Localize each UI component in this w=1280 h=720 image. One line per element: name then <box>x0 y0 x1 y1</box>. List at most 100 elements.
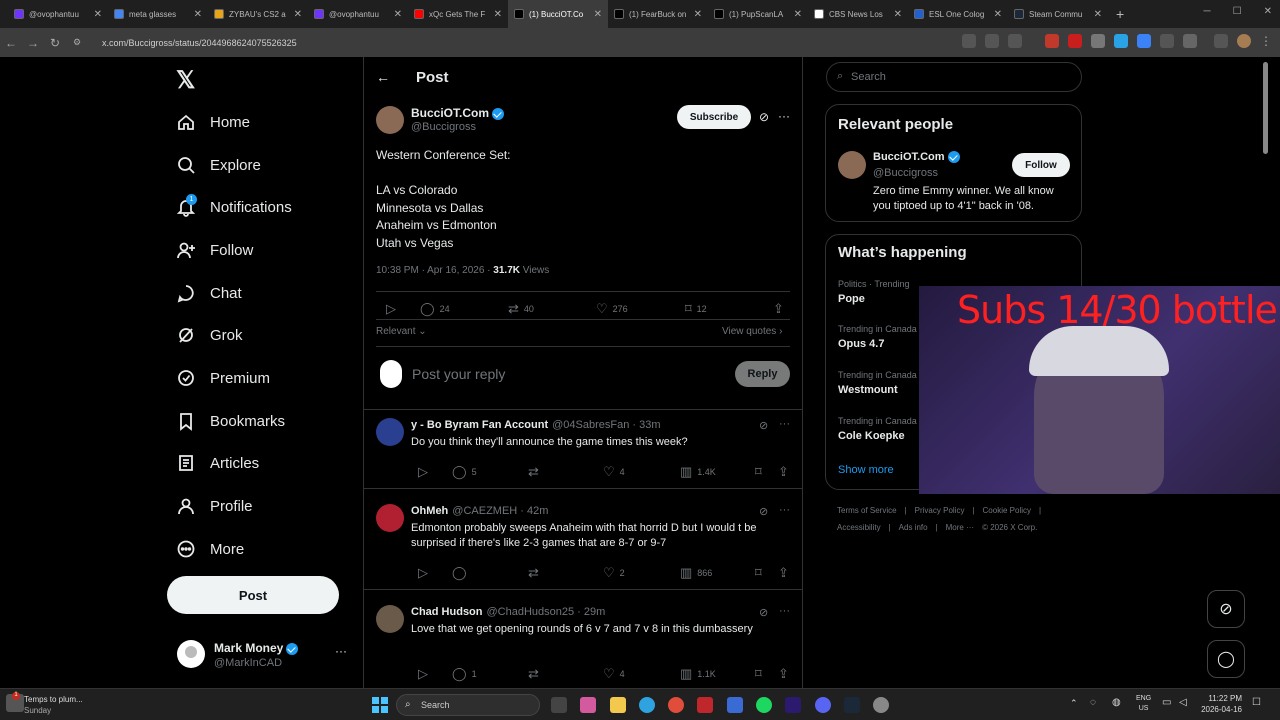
browser-tab[interactable]: ZYBAU's CS2 a ✕ <box>208 0 308 28</box>
nav-item-chat[interactable]: Chat <box>176 283 242 303</box>
extension-icon[interactable] <box>1068 34 1082 48</box>
copilot-icon[interactable] <box>580 697 596 713</box>
browser-tab[interactable]: xQc Gets The F ✕ <box>408 0 508 28</box>
share-icon[interactable]: ⇪ <box>778 565 789 581</box>
bookmark-icon[interactable]: ⌑ <box>755 464 762 480</box>
bookmark-icon[interactable]: ⌑ <box>755 565 762 581</box>
grok-icon[interactable]: ⊘ <box>759 505 768 518</box>
tab-close-icon[interactable]: ✕ <box>594 9 602 20</box>
taskbar-search[interactable]: ⌕ Search <box>396 694 540 716</box>
extension-icon[interactable] <box>1045 34 1059 48</box>
tray-icon[interactable]: ◍ <box>1112 697 1121 708</box>
more-icon[interactable]: ··· <box>335 644 347 658</box>
view-quotes-link[interactable]: View quotes › <box>722 326 782 337</box>
more-icon[interactable]: ··· <box>778 109 790 123</box>
install-icon[interactable] <box>962 34 976 48</box>
reply-author-name[interactable]: OhMeh <box>411 505 448 517</box>
forward-nav-icon[interactable]: → <box>22 36 44 50</box>
bookmark-action[interactable]: ⌑ 12 <box>685 301 707 317</box>
extension-icon[interactable] <box>1137 34 1151 48</box>
reply-avatar[interactable] <box>376 418 404 446</box>
extension-icon[interactable] <box>1160 34 1174 48</box>
play-button[interactable]: ▷ <box>418 565 428 581</box>
footer-link[interactable]: Accessibility <box>837 523 881 532</box>
nav-item-home[interactable]: Home <box>176 112 250 132</box>
back-nav-icon[interactable]: ← <box>0 36 22 50</box>
grok-icon[interactable]: ⊘ <box>759 110 769 124</box>
views-action[interactable]: ▥ 1.1K <box>680 666 716 682</box>
reply-handle[interactable]: @ChadHudson25 · 29m <box>487 606 606 618</box>
grok-icon[interactable]: ⊘ <box>759 606 768 619</box>
nav-item-follow[interactable]: Follow <box>176 240 253 260</box>
clock[interactable]: 11:22 PM 2026-04-16 <box>1198 693 1242 715</box>
share-icon[interactable]: ⇪ <box>778 464 789 480</box>
nav-item-profile[interactable]: Profile <box>176 496 253 516</box>
reply-action[interactable]: ◯ 1 <box>452 666 477 682</box>
post-timestamp[interactable]: 10:38 PM · Apr 16, 2026 · <box>376 265 491 276</box>
edge-icon[interactable] <box>639 697 655 713</box>
reply-handle[interactable]: @04SabresFan · 33m <box>552 419 660 431</box>
nav-item-more[interactable]: More <box>176 539 244 559</box>
app-icon[interactable] <box>727 697 743 713</box>
nav-item-bookmarks[interactable]: Bookmarks <box>176 411 285 431</box>
reply-action[interactable]: ◯ 24 <box>420 301 450 317</box>
task-view-icon[interactable] <box>551 697 567 713</box>
browser-tab[interactable]: (1) FearBuck on ✕ <box>608 0 708 28</box>
sort-dropdown[interactable]: Relevant ⌄ <box>376 326 427 337</box>
file-explorer-icon[interactable] <box>610 697 626 713</box>
steam-icon[interactable] <box>844 697 860 713</box>
close-window-icon[interactable]: ✕ <box>1264 6 1272 17</box>
premiere-icon[interactable] <box>785 697 801 713</box>
share-icon[interactable]: ⇪ <box>773 301 784 317</box>
footer-link[interactable]: More ··· <box>946 523 974 532</box>
bookmark-icon[interactable]: ⌑ <box>755 666 762 682</box>
reply-action[interactable]: ◯ 5 <box>452 464 477 480</box>
repost-action[interactable]: ⇄ <box>528 565 544 581</box>
reply-action[interactable]: ◯ <box>452 565 472 581</box>
account-switcher[interactable]: Mark Money @MarkInCAD ··· <box>177 640 347 674</box>
star-icon[interactable] <box>1008 34 1022 48</box>
more-icon[interactable]: ··· <box>779 504 790 516</box>
nav-item-grok[interactable]: Grok <box>176 325 243 345</box>
post-button[interactable]: Post <box>167 576 339 614</box>
footer-link[interactable]: © 2026 X Corp. <box>982 523 1037 532</box>
tab-close-icon[interactable]: ✕ <box>94 9 102 20</box>
tab-close-icon[interactable]: ✕ <box>194 9 202 20</box>
footer-link[interactable]: Cookie Policy <box>983 506 1031 515</box>
footer-link[interactable]: Privacy Policy <box>915 506 965 515</box>
tab-close-icon[interactable]: ✕ <box>694 9 702 20</box>
browser-tab[interactable]: ESL One Colog ✕ <box>908 0 1008 28</box>
site-info-icon[interactable]: ⚙ <box>66 37 88 48</box>
tab-close-icon[interactable]: ✕ <box>894 9 902 20</box>
zoom-icon[interactable] <box>985 34 999 48</box>
url-field[interactable]: x.com/Buccigross/status/2044968624075526… <box>102 38 297 48</box>
browser-tab[interactable]: CBS News Los ✕ <box>808 0 908 28</box>
play-button[interactable]: ▷ <box>418 666 428 682</box>
browser-tab[interactable]: Steam Commu ✕ <box>1008 0 1108 28</box>
volume-icon[interactable]: ◁ <box>1179 697 1187 708</box>
browser-tab[interactable]: @ovophantuu ✕ <box>308 0 408 28</box>
windows-start-icon[interactable] <box>372 697 388 713</box>
maximize-icon[interactable]: ☐ <box>1233 6 1242 17</box>
nav-item-articles[interactable]: Articles <box>176 453 259 473</box>
tab-close-icon[interactable]: ✕ <box>294 9 302 20</box>
reply-avatar[interactable] <box>376 504 404 532</box>
reply-author-name[interactable]: y - Bo Byram Fan Account <box>411 419 548 431</box>
like-action[interactable]: ♡ 4 <box>603 464 625 480</box>
repost-action[interactable]: ⇄ 40 <box>508 301 534 317</box>
footer-link[interactable]: Ads info <box>899 523 928 532</box>
search-input[interactable]: Search <box>851 71 886 83</box>
extension-icon[interactable] <box>1114 34 1128 48</box>
play-button[interactable]: ▷ <box>386 301 396 317</box>
tab-close-icon[interactable]: ✕ <box>394 9 402 20</box>
scrollbar-thumb[interactable] <box>1263 62 1268 154</box>
tab-close-icon[interactable]: ✕ <box>794 9 802 20</box>
reply-input[interactable]: Post your reply <box>412 366 505 382</box>
menu-icon[interactable]: ⋮ <box>1260 34 1272 48</box>
views-action[interactable]: ▥ 1.4K <box>680 464 716 480</box>
weather-title[interactable]: Temps to plum... <box>24 695 83 704</box>
like-action[interactable]: ♡ 2 <box>603 565 625 581</box>
nav-item-explore[interactable]: Explore <box>176 155 261 175</box>
views-action[interactable]: ▥ 866 <box>680 565 712 581</box>
browser-tab[interactable]: @ovophantuu ✕ <box>8 0 108 28</box>
